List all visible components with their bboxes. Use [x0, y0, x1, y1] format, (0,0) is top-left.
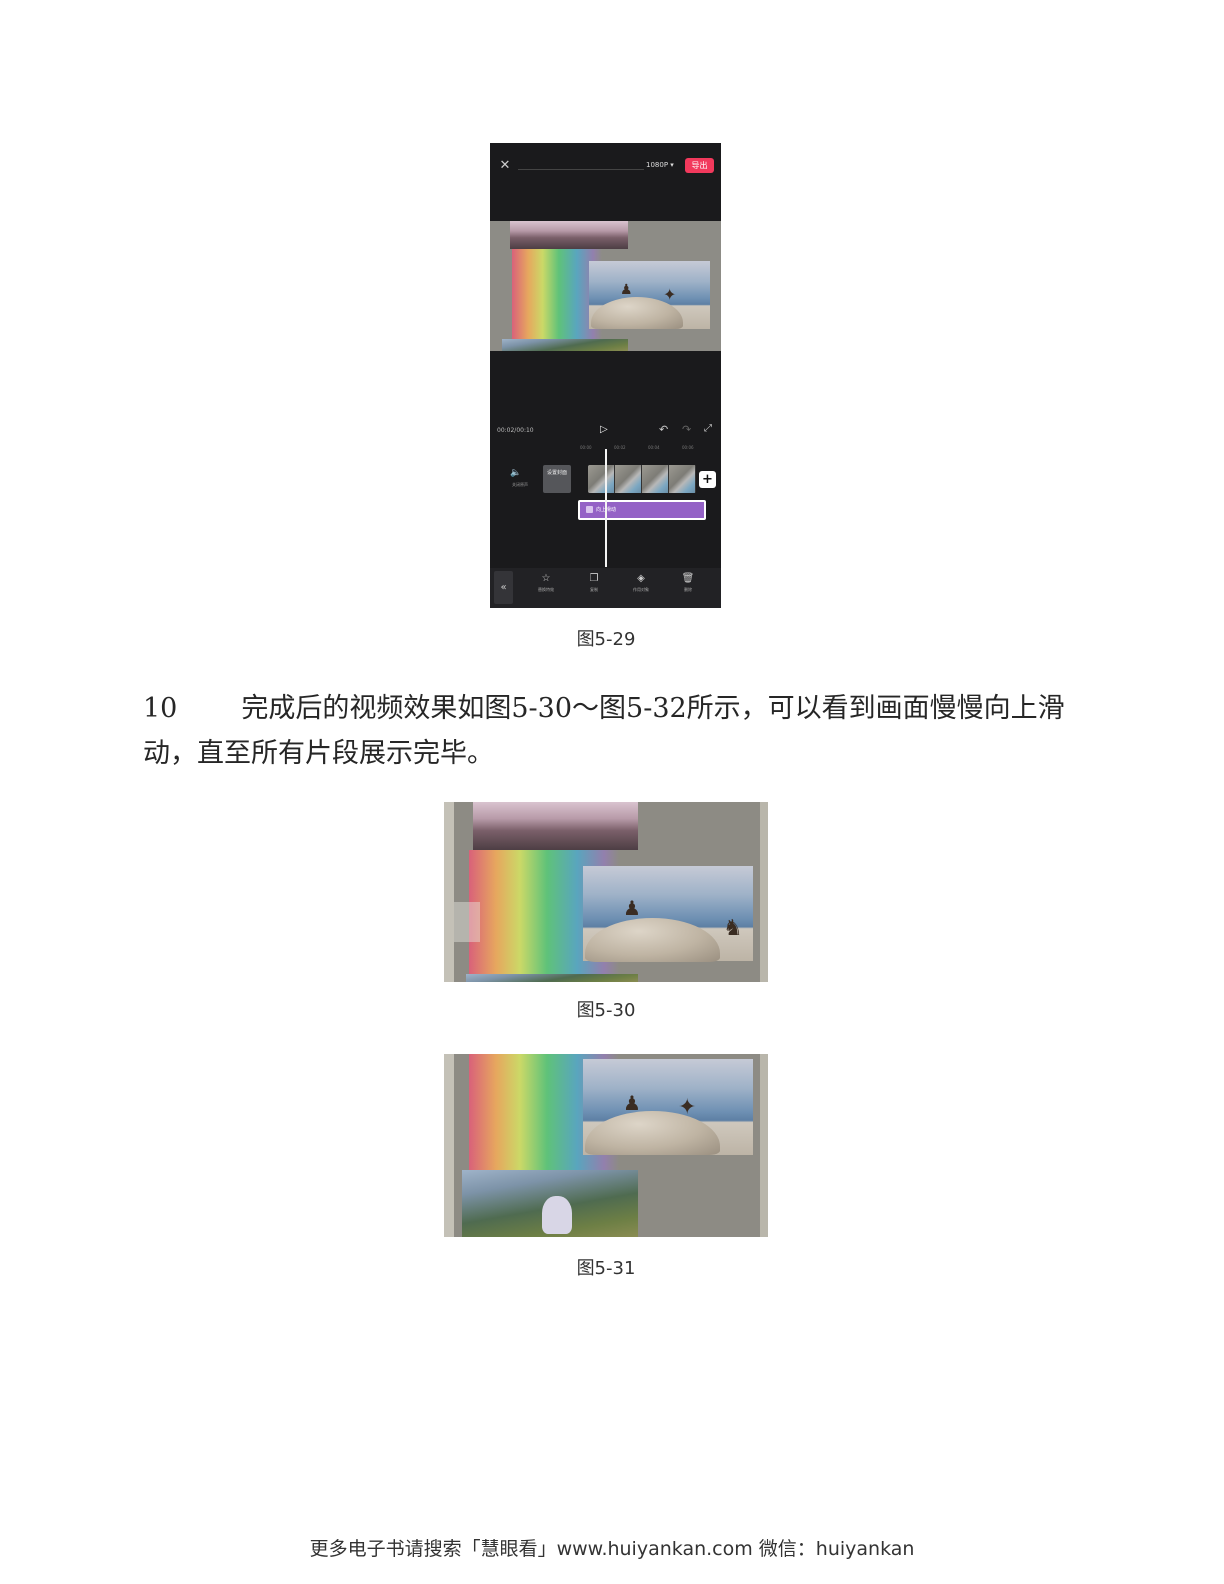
result-frame-5-30: ♟ ♞: [444, 802, 768, 982]
birds-photo: ♟ ♞: [583, 866, 753, 962]
copy-icon: ❐: [589, 573, 599, 584]
bird-icon: ♞: [723, 916, 743, 941]
mute-label: 关闭原声: [512, 482, 528, 487]
effect-track[interactable]: 向上滑动: [578, 500, 706, 520]
play-icon[interactable]: ▷: [600, 424, 608, 435]
paper-edge: [444, 1054, 454, 1237]
hiker-figure: [542, 1196, 572, 1234]
clip-thumbnail: [642, 465, 669, 493]
page-footer: 更多电子书请搜索「慧眼看」www.huiyankan.com 微信：huiyan…: [309, 1538, 915, 1560]
rock-shape: [585, 918, 720, 962]
step-number: 10: [143, 693, 178, 724]
delete-icon: 🗑: [681, 573, 695, 584]
redo-icon[interactable]: ↷: [682, 423, 691, 436]
figure-caption-5-30: 图5-30: [576, 1000, 636, 1021]
rock-shape: [585, 1111, 720, 1155]
ruler-tick: 00:06: [682, 445, 694, 450]
clip-thumbnail: [588, 465, 615, 493]
playback-controls: 00:02/00:10 ▷ ↶ ↷ ⤢: [490, 421, 721, 443]
bird-icon: ✦: [678, 1095, 697, 1120]
replace-icon: ☆: [541, 573, 551, 584]
ruler-tick: 00:04: [648, 445, 660, 450]
mountain-photo: [510, 221, 628, 249]
playhead[interactable]: [605, 449, 607, 567]
tool-label: 作用对象: [633, 587, 649, 592]
timecode: 00:02/00:10: [497, 427, 534, 434]
step-paragraph: 10 完成后的视频效果如图5-30～图5-32所示，可以看到画面慢慢向上滑动，直至…: [143, 686, 1083, 776]
resolution-selector[interactable]: 1080P ▾: [646, 161, 674, 169]
paper-edge: [444, 802, 454, 982]
clip-thumbnail: [615, 465, 642, 493]
ruler-tick: 00:02: [614, 445, 626, 450]
editor-screenshot: ✕ 1080P ▾ 导出 ♟ ✦ 00:02/00:10 ▷ ↶ ↷ ⤢ 00:…: [490, 143, 721, 608]
undo-icon[interactable]: ↶: [659, 423, 668, 436]
export-button[interactable]: 导出: [685, 158, 714, 173]
bird-icon: ♟: [620, 282, 633, 298]
ruler-tick: 00:00: [580, 445, 592, 450]
paper-edge: [760, 802, 768, 982]
fullscreen-icon[interactable]: ⤢: [704, 423, 712, 434]
set-cover-button[interactable]: 设置封面: [543, 465, 571, 493]
step-text: 完成后的视频效果如图5-30～图5-32所示，可以看到画面慢慢向上滑动，直至所有…: [143, 693, 1065, 769]
export-progress-line: [518, 169, 644, 170]
chevron-left-icon[interactable]: «: [494, 571, 513, 604]
video-preview: ♟ ✦: [490, 221, 721, 351]
hiker-photo: [462, 1170, 638, 1237]
tape-strip: [454, 902, 480, 942]
timeline-ruler: 00:00 00:02 00:04 00:06: [580, 445, 721, 453]
birds-photo: ♟ ✦: [583, 1059, 753, 1155]
layers-icon: ◈: [637, 573, 645, 584]
figure-caption-5-31: 图5-31: [576, 1258, 636, 1279]
clip-thumbnail: [669, 465, 696, 493]
close-icon[interactable]: ✕: [498, 159, 512, 173]
bird-icon: ♟: [623, 1091, 641, 1115]
editor-top-bar: ✕ 1080P ▾ 导出: [490, 143, 721, 189]
tool-target-object[interactable]: ◈ 作用对象: [619, 573, 663, 593]
tool-label: 删除: [684, 587, 692, 592]
add-clip-button[interactable]: +: [699, 471, 716, 488]
mountain-photo: [473, 802, 638, 850]
paper-edge: [760, 1054, 768, 1237]
tool-label: 复制: [590, 587, 598, 592]
tool-copy[interactable]: ❐ 复制: [572, 573, 616, 593]
birds-photo: ♟ ✦: [589, 261, 710, 329]
tool-delete[interactable]: 🗑 删除: [666, 573, 710, 593]
tool-replace-effect[interactable]: ☆ 替换特效: [524, 573, 568, 593]
result-frame-5-31: ♟ ✦: [444, 1054, 768, 1237]
hillside-photo: [466, 974, 638, 982]
figure-caption-5-29: 图5-29: [576, 629, 636, 650]
speaker-icon[interactable]: 🔈: [510, 468, 521, 478]
hillside-photo: [502, 339, 628, 351]
bottom-toolbar: « ☆ 替换特效 ❐ 复制 ◈ 作用对象 🗑 删除: [490, 568, 721, 608]
effect-icon: [586, 506, 593, 513]
bird-icon: ✦: [663, 285, 677, 304]
tool-label: 替换特效: [538, 587, 554, 592]
bird-icon: ♟: [623, 896, 641, 920]
